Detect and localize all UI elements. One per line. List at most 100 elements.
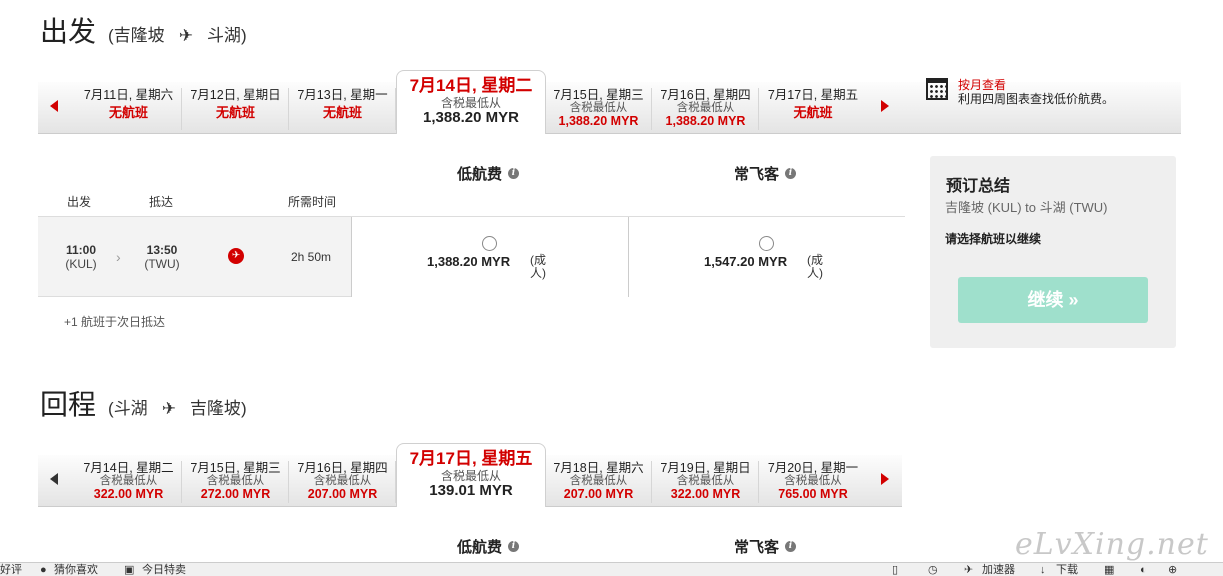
summary-route: 吉隆坡 (KUL) to 斗湖 (TWU) [945, 200, 1108, 215]
info-icon[interactable]: i [785, 541, 797, 552]
plane-icon: ✈ [161, 399, 176, 418]
monthly-view-link[interactable]: 按月查看 利用四周图表查找低价航费。 [926, 78, 1114, 106]
monthly-view-title[interactable]: 按月查看 [958, 78, 1114, 92]
outbound-date-5[interactable]: 7月16日, 星期四 含税最低从 1,388.20 MYR [653, 88, 759, 130]
arrive-column-header: 抵达 [149, 195, 174, 209]
calendar-icon [926, 78, 948, 100]
date-label: 7月14日, 星期二 [83, 461, 174, 475]
sound-icon[interactable]: ◐ [1140, 563, 1147, 576]
return-date-6[interactable]: 7月20日, 星期一 含税最低从 765.00 MYR [760, 461, 866, 503]
outbound-route: (吉隆坡 ✈ 斗湖) [108, 26, 247, 45]
next-week-arrow-icon[interactable] [881, 100, 889, 112]
date-label: 7月16日, 星期四 [660, 88, 751, 102]
date-label: 7月11日, 星期六 [83, 88, 174, 102]
frequent-flyer-price: 1,547.20 MYR [704, 254, 788, 269]
departure-code: (KUL) [65, 257, 97, 271]
flight-duration: 2h 50m [291, 250, 332, 264]
depart-column-header: 出发 [67, 195, 92, 209]
arrival-code: (TWU) [144, 257, 180, 271]
grid-icon[interactable]: ▦ [1104, 563, 1114, 576]
return-header: 回程 (斗湖 ✈ 吉隆坡) [40, 383, 247, 423]
date-label: 7月15日, 星期三 [190, 461, 281, 475]
low-fare-label: 低航费 [457, 539, 503, 556]
date-label: 7月12日, 星期日 [190, 88, 281, 102]
summary-note: 请选择航班以继续 [945, 232, 1042, 246]
low-fare-option[interactable]: 1,388.20 MYR (成人) [351, 217, 628, 297]
guess-like-icon: ● [40, 564, 47, 576]
date-label: 7月13日, 星期一 [297, 88, 388, 102]
low-fare-radio[interactable] [482, 236, 497, 251]
flight-row: 11:00 (KUL) › 13:50 (TWU) ✈ 2h 50m 1,388… [38, 217, 905, 297]
date-price: 207.00 MYR [307, 487, 378, 501]
watermark: eLvXing.net [1015, 527, 1209, 562]
from-label: 含税最低从 [676, 475, 735, 487]
date-label: 7月20日, 星期一 [767, 461, 859, 475]
fare-unit: (成人) [530, 253, 546, 280]
duration-column-header: 所需时间 [288, 195, 337, 209]
frequent-flyer-option[interactable]: 1,547.20 MYR (成人) [628, 217, 905, 297]
next-week-arrow-icon[interactable] [881, 473, 889, 485]
from-label: 含税最低从 [569, 102, 628, 114]
frequent-flyer-radio[interactable] [759, 236, 774, 251]
from-label: 含税最低从 [784, 475, 842, 487]
date-price: 322.00 MYR [93, 487, 164, 501]
from-label: 含税最低从 [676, 102, 735, 114]
zoom-icon[interactable]: ⊕ [1168, 563, 1177, 576]
return-origin: 斗湖 [113, 399, 148, 418]
outbound-origin: 吉隆坡 [113, 26, 165, 45]
date-price: 322.00 MYR [670, 487, 741, 501]
accelerator-link[interactable]: 加速器 [982, 563, 1015, 576]
no-flight-label: 无航班 [793, 105, 833, 120]
booking-summary: 预订总结 吉隆坡 (KUL) to 斗湖 (TWU) 请选择航班以继续 继续 » [930, 156, 1176, 348]
outbound-date-4[interactable]: 7月15日, 星期三 含税最低从 1,388.20 MYR [546, 88, 652, 130]
date-price: 139.01 MYR [429, 482, 513, 499]
from-label: 含税最低从 [99, 475, 158, 487]
date-label: 7月14日, 星期二 [409, 76, 533, 95]
return-date-1[interactable]: 7月15日, 星期三 含税最低从 272.00 MYR [183, 461, 289, 503]
no-flight-label: 无航班 [215, 105, 255, 120]
download-icon: ↓ [1040, 564, 1046, 576]
info-icon[interactable]: i [508, 541, 520, 552]
gift-icon: ▣ [124, 564, 135, 576]
date-label: 7月19日, 星期日 [660, 461, 751, 475]
return-date-2[interactable]: 7月16日, 星期四 含税最低从 207.00 MYR [290, 461, 396, 503]
date-label: 7月17日, 星期五 [409, 449, 533, 468]
outbound-date-6[interactable]: 7月17日, 星期五 无航班 [760, 88, 866, 130]
frequent-flyer-header: 常飞客 i [734, 163, 797, 184]
no-flight-label: 无航班 [322, 105, 362, 120]
return-destination: 吉隆坡 [189, 399, 241, 418]
info-icon[interactable]: i [508, 168, 520, 179]
outbound-date-1[interactable]: 7月12日, 星期日 无航班 [183, 88, 289, 130]
outbound-date-2[interactable]: 7月13日, 星期一 无航班 [290, 88, 396, 130]
monthly-view-desc: 利用四周图表查找低价航费。 [958, 92, 1115, 106]
arrival-time: 13:50 [146, 243, 178, 257]
airline-logo-icon: ✈ [228, 248, 244, 264]
phone-icon[interactable]: ▯ [892, 563, 898, 576]
outbound-date-selected[interactable]: 7月14日, 星期二 含税最低从 1,388.20 MYR [396, 70, 546, 134]
prev-week-arrow-icon[interactable] [50, 473, 58, 485]
return-date-5[interactable]: 7月19日, 星期日 含税最低从 322.00 MYR [653, 461, 759, 503]
return-date-4[interactable]: 7月18日, 星期六 含税最低从 207.00 MYR [546, 461, 652, 503]
departure-time: 11:00 [65, 243, 97, 257]
status-item[interactable]: 好评 [0, 563, 22, 576]
rocket-icon: ✈ [964, 564, 974, 576]
continue-button[interactable]: 继续 » [958, 277, 1148, 323]
download-link[interactable]: 下载 [1056, 563, 1078, 576]
low-fare-price: 1,388.20 MYR [427, 254, 511, 269]
fare-unit: (成人) [807, 253, 823, 280]
return-date-selected[interactable]: 7月17日, 星期五 含税最低从 139.01 MYR [396, 443, 546, 507]
outbound-date-0[interactable]: 7月11日, 星期六 无航班 [76, 88, 182, 130]
summary-title: 预订总结 [946, 178, 1011, 195]
from-label: 含税最低从 [440, 469, 501, 483]
frequent-flyer-label: 常飞客 [734, 539, 780, 556]
date-label: 7月18日, 星期六 [553, 461, 644, 475]
guess-like-link[interactable]: 猜你喜欢 [54, 563, 98, 576]
today-deals-link[interactable]: 今日特卖 [142, 563, 186, 576]
return-date-strip: 7月14日, 星期二 含税最低从 322.00 MYR 7月15日, 星期三 含… [38, 443, 902, 507]
from-label: 含税最低从 [440, 96, 501, 110]
clock-icon[interactable]: ◷ [928, 563, 938, 576]
return-date-0[interactable]: 7月14日, 星期二 含税最低从 322.00 MYR [76, 461, 182, 503]
info-icon[interactable]: i [785, 168, 797, 179]
chevron-right-icon: › [116, 249, 121, 265]
prev-week-arrow-icon[interactable] [50, 100, 58, 112]
